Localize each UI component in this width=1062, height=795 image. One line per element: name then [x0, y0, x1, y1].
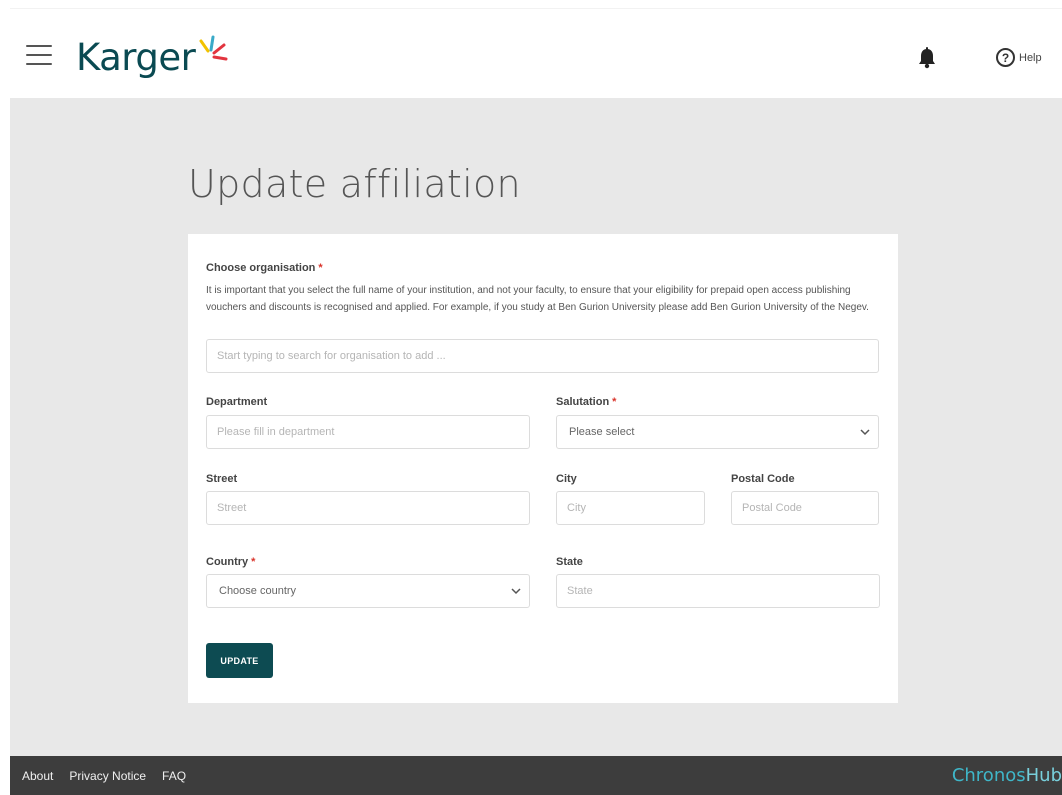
notification-bell-icon[interactable]	[917, 47, 937, 74]
app-frame: Karger ? Help Update affiliation Choose …	[10, 8, 1062, 795]
required-marker: *	[251, 556, 256, 568]
organisation-help-text: It is important that you select the full…	[206, 285, 869, 313]
karger-logo[interactable]: Karger	[76, 27, 229, 87]
city-label: City	[556, 473, 577, 485]
chevron-down-icon	[511, 588, 521, 595]
update-button[interactable]: UPDATE	[206, 643, 273, 678]
state-label: State	[556, 556, 583, 568]
street-label: Street	[206, 473, 238, 485]
required-marker: *	[612, 396, 617, 408]
country-label: Country *	[206, 556, 256, 568]
required-marker: *	[318, 262, 323, 274]
state-input[interactable]	[556, 574, 880, 608]
street-input[interactable]	[206, 491, 530, 525]
salutation-value: Please select	[569, 426, 635, 438]
footer-link-about[interactable]: About	[22, 769, 53, 783]
salutation-select[interactable]: Please select	[556, 415, 879, 449]
salutation-label: Salutation *	[556, 396, 617, 408]
affiliation-form-card: Choose organisation * It is important tha…	[188, 234, 898, 703]
organisation-label: Choose organisation *	[206, 262, 323, 274]
menu-icon[interactable]	[26, 45, 52, 65]
chronoshub-logo[interactable]: ChronosHub	[952, 765, 1062, 786]
department-input[interactable]	[206, 415, 530, 449]
footer: About Privacy Notice FAQ ChronosHub	[10, 756, 1062, 795]
postal-code-label: Postal Code	[731, 473, 795, 485]
logo-burst-icon	[199, 35, 228, 61]
department-label: Department	[206, 396, 268, 408]
header: Karger ? Help	[10, 8, 1062, 98]
chevron-down-icon	[860, 429, 870, 436]
footer-link-faq[interactable]: FAQ	[162, 769, 186, 783]
page-title: Update affiliation	[188, 162, 521, 206]
country-value: Choose country	[219, 585, 297, 597]
help-circle-icon: ?	[996, 48, 1015, 67]
chronoshub-logo-part2: Hub	[1025, 765, 1062, 786]
organisation-search-input[interactable]	[206, 339, 879, 373]
footer-links: About Privacy Notice FAQ	[22, 769, 202, 783]
postal-code-input[interactable]	[731, 491, 879, 525]
help-label: Help	[1019, 51, 1042, 64]
logo-text: Karger	[76, 35, 196, 79]
chronoshub-logo-part1: Chronos	[951, 765, 1026, 786]
help-link[interactable]: ? Help	[996, 48, 1042, 67]
city-input[interactable]	[556, 491, 705, 525]
footer-link-privacy-notice[interactable]: Privacy Notice	[69, 769, 146, 783]
country-select[interactable]: Choose country	[206, 574, 530, 608]
